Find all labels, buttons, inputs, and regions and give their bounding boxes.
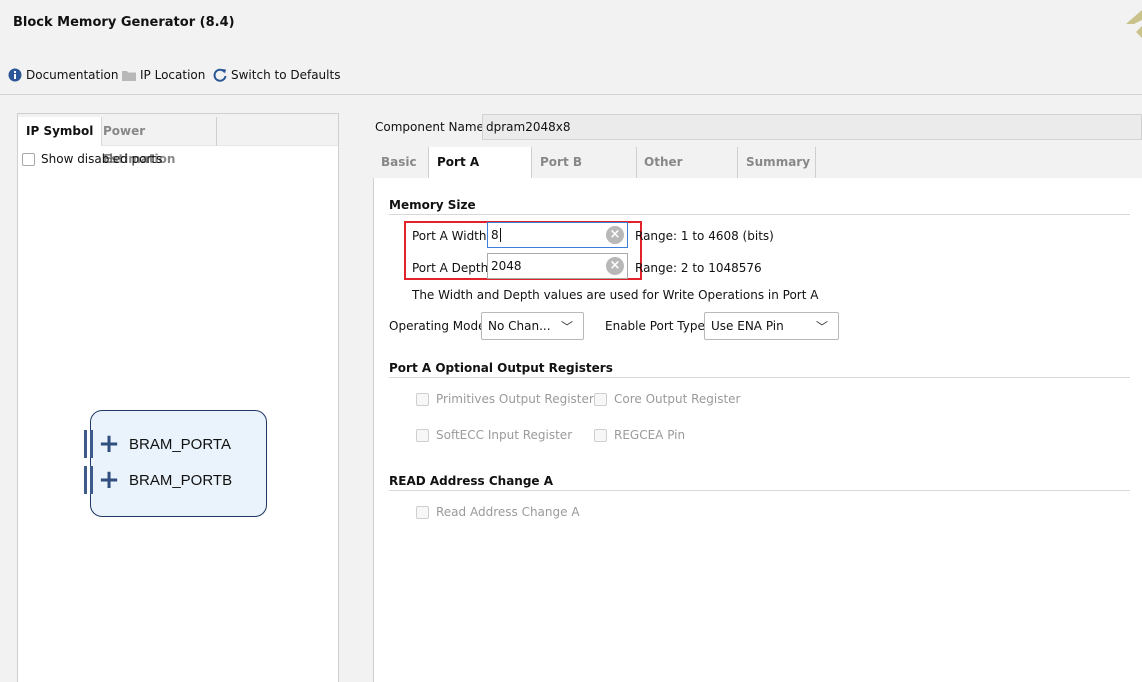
bus-interface-icon	[84, 430, 93, 458]
operating-mode-value: No Chan...	[488, 319, 551, 333]
port-a-depth-range: Range: 2 to 1048576	[635, 261, 762, 275]
folder-icon	[122, 71, 136, 81]
primitives-output-label: Primitives Output Register	[436, 392, 594, 406]
chevron-down-icon: ﹀	[815, 320, 828, 334]
show-disabled-checkbox[interactable]	[22, 152, 35, 166]
port-bram-porta[interactable]: + BRAM_PORTA	[84, 429, 231, 459]
config-tabs: Basic Port A Options Port B Options Othe…	[373, 145, 1142, 199]
enable-port-type-select[interactable]: Use ENA Pin ﹀	[704, 312, 839, 340]
show-disabled-ports[interactable]: Show disabled ports	[22, 152, 162, 166]
ip-location-button[interactable]: IP Location	[122, 67, 205, 83]
clear-icon[interactable]: ×	[606, 226, 624, 244]
info-icon	[8, 68, 22, 82]
operating-mode-select[interactable]: No Chan... ﹀	[481, 312, 584, 340]
tab-port-a-options[interactable]: Port A Options	[428, 147, 532, 199]
operating-mode-label: Operating Mode	[389, 319, 486, 333]
switch-defaults-label: Switch to Defaults	[231, 68, 341, 82]
tab-port-b-options[interactable]: Port B Options	[532, 147, 637, 199]
regcea-pin-checkbox[interactable]	[594, 428, 607, 442]
read-address-change-a[interactable]: Read Address Change A	[416, 505, 580, 519]
xilinx-logo-icon	[1126, 10, 1142, 38]
documentation-label: Documentation	[26, 68, 119, 82]
documentation-button[interactable]: Documentation	[8, 67, 119, 83]
ip-symbol-block: + BRAM_PORTA + BRAM_PORTB	[84, 410, 267, 517]
expand-plus-icon[interactable]: +	[97, 431, 121, 457]
tab-ip-symbol[interactable]: IP Symbol	[18, 117, 103, 146]
ip-location-label: IP Location	[140, 68, 206, 82]
port-a-width-value: 8	[491, 228, 499, 242]
section-divider	[389, 377, 1130, 378]
enable-port-type-label: Enable Port Type	[605, 319, 705, 333]
component-name-input[interactable]: dpram2048x8	[482, 114, 1142, 140]
port-label: BRAM_PORTA	[129, 435, 231, 453]
port-a-depth-input[interactable]: 2048 ×	[487, 253, 628, 279]
optional-registers-heading: Port A Optional Output Registers	[389, 361, 613, 375]
softecc-input-label: SoftECC Input Register	[436, 428, 573, 442]
bus-interface-icon	[84, 466, 93, 494]
core-output-checkbox[interactable]	[594, 392, 607, 406]
read-address-change-label: Read Address Change A	[436, 505, 580, 519]
read-address-change-checkbox[interactable]	[416, 505, 429, 519]
width-depth-note: The Width and Depth values are used for …	[412, 288, 819, 302]
port-a-width-range: Range: 1 to 4608 (bits)	[635, 229, 774, 243]
core-output-register[interactable]: Core Output Register	[594, 392, 741, 406]
port-a-depth-label: Port A Depth	[412, 261, 489, 275]
tab-power-estimation[interactable]: Power Estimation	[97, 117, 217, 166]
port-bram-portb[interactable]: + BRAM_PORTB	[84, 465, 233, 495]
header-divider	[0, 94, 1142, 95]
clear-icon[interactable]: ×	[606, 257, 624, 275]
enable-port-type-value: Use ENA Pin	[711, 319, 784, 333]
primitives-output-register[interactable]: Primitives Output Register	[416, 392, 594, 406]
softecc-input-checkbox[interactable]	[416, 428, 429, 442]
read-address-heading: READ Address Change A	[389, 474, 554, 488]
expand-plus-icon[interactable]: +	[97, 467, 121, 493]
section-divider	[389, 214, 1130, 215]
port-a-width-label: Port A Width	[412, 229, 487, 243]
primitives-output-checkbox[interactable]	[416, 392, 429, 406]
memory-size-heading: Memory Size	[389, 198, 476, 212]
refresh-icon	[213, 68, 227, 82]
port-a-width-input[interactable]: 8 ×	[487, 222, 628, 248]
softecc-input-register[interactable]: SoftECC Input Register	[416, 428, 572, 442]
regcea-pin-label: REGCEA Pin	[614, 428, 686, 442]
regcea-pin[interactable]: REGCEA Pin	[594, 428, 685, 442]
left-tabs: IP Symbol Power Estimation	[18, 114, 338, 166]
left-panel: IP Symbol Power Estimation Show disabled…	[17, 113, 339, 682]
component-name-label: Component Name	[375, 120, 484, 134]
switch-defaults-button[interactable]: Switch to Defaults	[213, 67, 340, 83]
port-label: BRAM_PORTB	[129, 471, 233, 489]
section-divider	[389, 490, 1130, 491]
tab-other-options[interactable]: Other Options	[636, 147, 738, 199]
core-output-label: Core Output Register	[614, 392, 741, 406]
chevron-down-icon: ﹀	[560, 320, 573, 334]
show-disabled-label: Show disabled ports	[41, 152, 163, 166]
window-title: Block Memory Generator (8.4)	[13, 15, 235, 30]
port-a-depth-value: 2048	[491, 259, 522, 273]
tab-summary[interactable]: Summary	[738, 147, 816, 178]
tab-basic[interactable]: Basic	[373, 147, 429, 178]
